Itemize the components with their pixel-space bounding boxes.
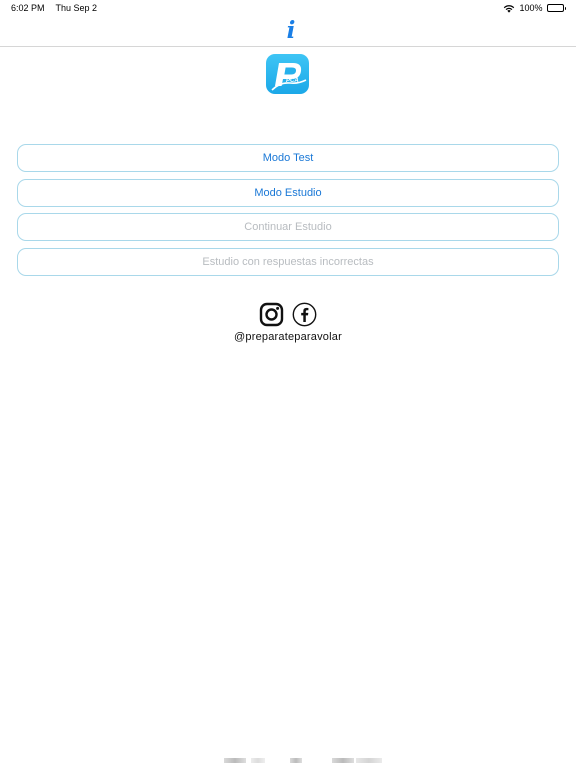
home-indicator bbox=[0, 758, 576, 764]
logo-text: PCA bbox=[286, 78, 299, 84]
status-bar: 6:02 PM Thu Sep 2 100% bbox=[0, 0, 576, 16]
status-time: 6:02 PM bbox=[11, 3, 45, 13]
social-handle: @preparateparavolar bbox=[234, 331, 342, 343]
app-screen: 6:02 PM Thu Sep 2 100% i PCA Modo Test M… bbox=[0, 0, 576, 768]
status-right: 100% bbox=[503, 3, 566, 13]
info-icon[interactable]: i bbox=[284, 19, 298, 43]
app-logo: PCA bbox=[266, 54, 309, 94]
battery-icon bbox=[546, 4, 566, 12]
continuar-estudio-button[interactable]: Continuar Estudio bbox=[17, 213, 559, 241]
facebook-icon[interactable] bbox=[292, 302, 317, 327]
status-left: 6:02 PM Thu Sep 2 bbox=[11, 3, 97, 13]
status-date: Thu Sep 2 bbox=[55, 3, 98, 13]
modo-estudio-button[interactable]: Modo Estudio bbox=[17, 179, 559, 207]
instagram-icon[interactable] bbox=[259, 302, 284, 327]
wifi-icon bbox=[503, 4, 515, 13]
navigation-bar: i bbox=[0, 16, 576, 47]
estudio-incorrectas-button[interactable]: Estudio con respuestas incorrectas bbox=[17, 248, 559, 276]
social-links bbox=[259, 302, 317, 327]
battery-percent: 100% bbox=[519, 3, 543, 13]
modo-test-button[interactable]: Modo Test bbox=[17, 144, 559, 172]
